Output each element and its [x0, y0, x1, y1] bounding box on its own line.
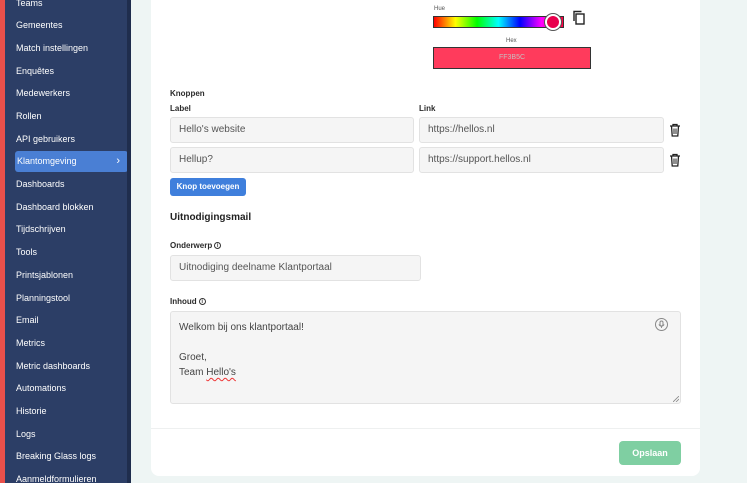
sidebar-item-teams[interactable]: Teams: [15, 0, 128, 14]
sidebar-item-api-gebruikers[interactable]: API gebruikers: [15, 129, 128, 150]
label-column-header: Label: [170, 104, 191, 113]
button-label-input[interactable]: Hellup?: [170, 147, 414, 173]
sidebar-item-match-instellingen[interactable]: Match instellingen: [15, 38, 128, 59]
content-line: [179, 335, 672, 350]
trash-icon[interactable]: [669, 153, 681, 167]
sidebar-item-dashboard-blokken[interactable]: Dashboard blokken: [15, 197, 128, 218]
content-line: Welkom bij ons klantportaal!: [179, 322, 304, 333]
content-line: Groet,: [179, 352, 207, 363]
content-label: Inhoud i: [170, 297, 206, 306]
sidebar-item-logs[interactable]: Logs: [15, 424, 128, 445]
copy-icon[interactable]: [572, 10, 586, 25]
sidebar-item-planningstool[interactable]: Planningstool: [15, 288, 128, 309]
sidebar-item-gemeentes[interactable]: Gemeentes: [15, 15, 128, 36]
subject-input[interactable]: Uitnodiging deelname Klantportaal: [170, 255, 421, 281]
sidebar-item-email[interactable]: Email: [15, 310, 128, 331]
sidebar: Teams Gemeentes Match instellingen Enquê…: [0, 0, 131, 483]
hex-label: Hex: [506, 38, 517, 44]
buttons-section-title: Knoppen: [170, 89, 205, 98]
sidebar-item-label: Klantomgeving: [17, 156, 77, 166]
sidebar-item-klantomgeving[interactable]: Klantomgeving ›: [15, 151, 128, 172]
chevron-right-icon: ›: [116, 155, 120, 167]
sidebar-item-historie[interactable]: Historie: [15, 401, 128, 422]
subject-label-text: Onderwerp: [170, 241, 213, 250]
add-button-button[interactable]: Knop toevoegen: [170, 178, 246, 196]
sidebar-item-rollen[interactable]: Rollen: [15, 106, 128, 127]
sidebar-item-metric-dashboards[interactable]: Metric dashboards: [15, 356, 128, 377]
sidebar-item-medewerkers[interactable]: Medewerkers: [15, 83, 128, 104]
sidebar-item-aanmeldformulieren[interactable]: Aanmeldformulieren: [15, 469, 128, 483]
sidebar-item-tools[interactable]: Tools: [15, 242, 128, 263]
button-link-input[interactable]: https://support.hellos.nl: [419, 147, 664, 173]
trash-icon[interactable]: [669, 123, 681, 137]
invitation-mail-heading: Uitnodigingsmail: [170, 212, 252, 223]
button-link-input[interactable]: https://hellos.nl: [419, 117, 664, 143]
button-label-input[interactable]: Hello's website: [170, 117, 414, 143]
content-label-text: Inhoud: [170, 297, 197, 306]
resize-handle-icon[interactable]: [673, 396, 679, 402]
hue-slider-handle[interactable]: [545, 14, 561, 30]
spellcheck-word: Hello's: [206, 367, 236, 378]
settings-card: [151, 0, 700, 476]
content-line: Team Hello's: [179, 365, 672, 380]
info-icon[interactable]: i: [214, 242, 222, 249]
sidebar-item-tijdschrijven[interactable]: Tijdschrijven: [15, 219, 128, 240]
hex-input[interactable]: FF3B5C: [433, 47, 591, 69]
sidebar-item-printsjablonen[interactable]: Printsjablonen: [15, 265, 128, 286]
sidebar-item-metrics[interactable]: Metrics: [15, 333, 128, 354]
subject-label: Onderwerp i: [170, 241, 222, 250]
sidebar-item-automations[interactable]: Automations: [15, 378, 128, 399]
info-icon[interactable]: i: [198, 298, 206, 305]
link-column-header: Link: [419, 104, 436, 113]
save-button[interactable]: Opslaan: [619, 441, 681, 465]
sidebar-item-enquetes[interactable]: Enquêtes: [15, 61, 128, 82]
card-footer-divider: [151, 428, 700, 429]
content-line-prefix: Team: [179, 367, 207, 378]
sidebar-item-breaking-glass-logs[interactable]: Breaking Glass logs: [15, 446, 128, 467]
sidebar-item-dashboards[interactable]: Dashboards: [15, 174, 128, 195]
hue-label: Hue: [434, 6, 446, 12]
microphone-icon[interactable]: [655, 318, 668, 331]
content-textarea[interactable]: Welkom bij ons klantportaal! Groet, Team…: [170, 311, 681, 404]
